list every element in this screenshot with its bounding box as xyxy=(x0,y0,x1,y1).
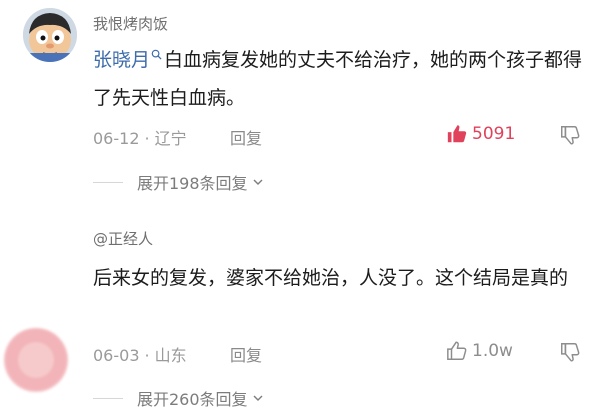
expand-replies-button[interactable]: 展开260条回复 xyxy=(93,386,264,410)
divider-line xyxy=(93,181,123,183)
thumbs-up-icon xyxy=(447,341,467,360)
chevron-down-icon xyxy=(253,395,263,401)
expand-replies-label: 展开260条回复 xyxy=(137,390,248,409)
comment-item: @正经人 后来女的复发，婆家不给她治，人没了。这个结局是真的 06-03 · 山东 … xyxy=(0,210,602,410)
thumbs-down-icon[interactable] xyxy=(559,341,581,363)
cartoon-face-icon xyxy=(23,8,77,62)
thumbs-up-filled-icon xyxy=(447,125,467,143)
chevron-down-icon xyxy=(253,179,263,185)
avatar[interactable] xyxy=(4,328,68,392)
username[interactable]: 我恨烤肉饭 xyxy=(93,13,168,34)
comment-date: 06-12 xyxy=(93,129,140,148)
comment-meta: 06-03 · 山东 回复 xyxy=(93,342,262,366)
comment-text: 后来女的复发，婆家不给她治，人没了。这个结局是真的 xyxy=(93,259,593,297)
comment-item: 我恨烤肉饭 张晓月 白血病复发她的丈夫不给治疗，她的两个孩子都得了先天性白血病。… xyxy=(0,0,602,200)
expand-replies-label: 展开198条回复 xyxy=(137,174,248,193)
reply-button[interactable]: 回复 xyxy=(230,125,262,149)
avatar[interactable] xyxy=(23,8,77,62)
username[interactable]: @正经人 xyxy=(93,228,153,249)
thumbs-down-icon[interactable] xyxy=(559,124,581,146)
comment-body: 后来女的复发，婆家不给她治，人没了。这个结局是真的 xyxy=(93,267,569,289)
reply-button[interactable]: 回复 xyxy=(230,342,262,366)
comment-location: 山东 xyxy=(154,346,187,365)
blurred-avatar-icon xyxy=(6,330,66,390)
like-count: 5091 xyxy=(472,124,516,144)
comment-date: 06-03 xyxy=(93,346,140,365)
divider-line xyxy=(93,397,123,399)
comment-meta: 06-12 · 辽宁 回复 xyxy=(93,125,262,149)
meta-separator: · xyxy=(144,129,150,148)
mention-link[interactable]: 张晓月 xyxy=(93,49,150,71)
meta-separator: · xyxy=(144,346,150,365)
like-button[interactable]: 5091 xyxy=(446,123,515,145)
expand-replies-button[interactable]: 展开198条回复 xyxy=(93,170,264,194)
comment-text: 张晓月 白血病复发她的丈夫不给治疗，她的两个孩子都得了先天性白血病。 xyxy=(93,41,593,117)
comment-body: 白血病复发她的丈夫不给治疗，她的两个孩子都得了先天性白血病。 xyxy=(93,49,583,109)
comment-location: 辽宁 xyxy=(154,129,187,148)
search-icon xyxy=(151,49,162,60)
like-button[interactable]: 1.0w xyxy=(446,340,513,362)
like-count: 1.0w xyxy=(472,341,513,361)
